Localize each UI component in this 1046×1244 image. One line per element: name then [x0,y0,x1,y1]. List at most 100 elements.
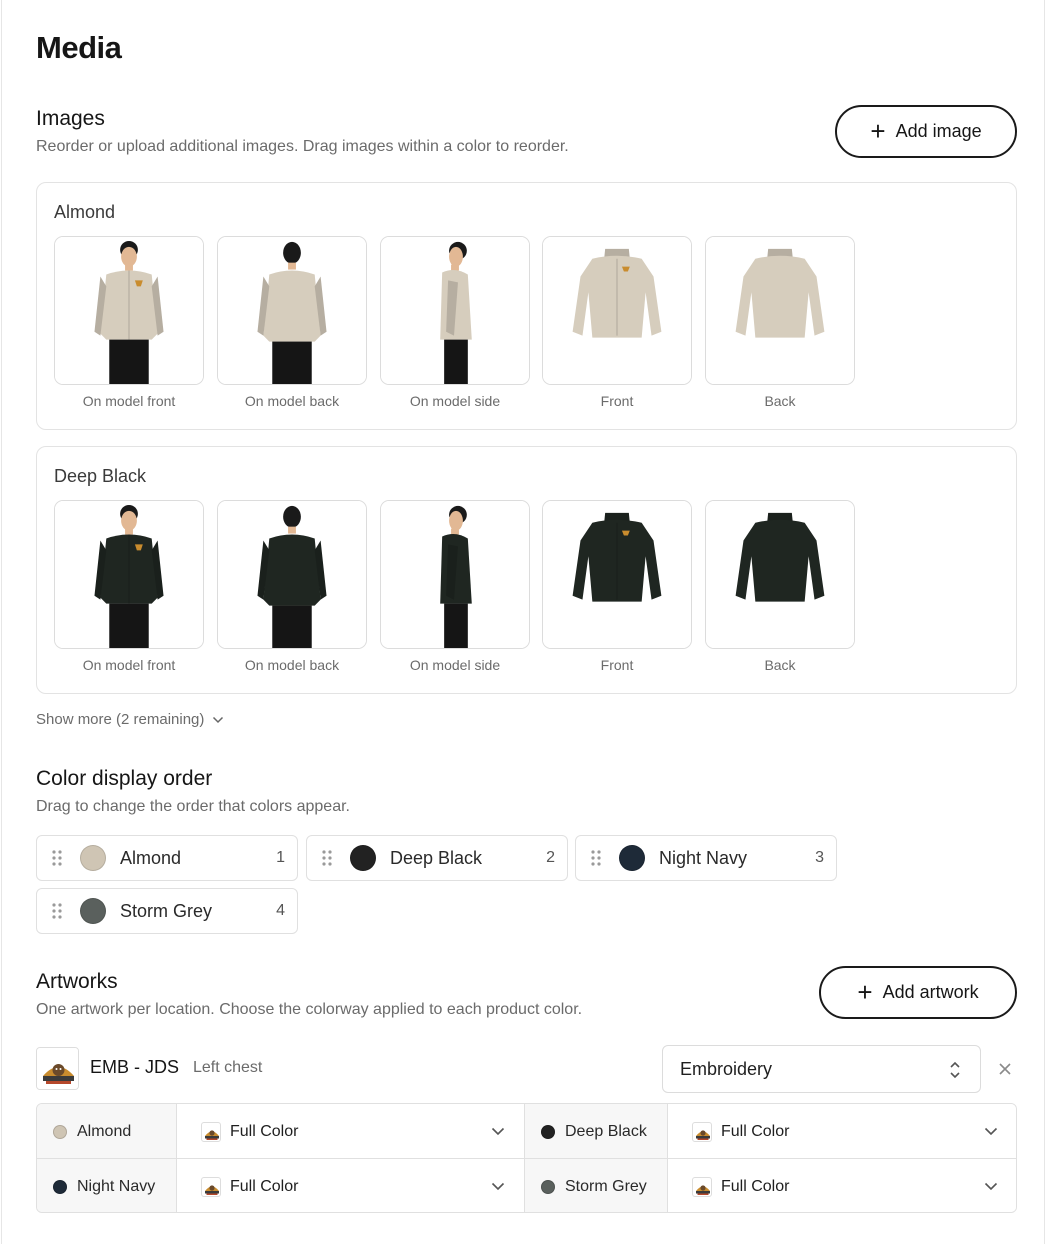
drag-handle-icon[interactable] [37,850,77,866]
color-swatch [541,1124,555,1139]
image-label: On model back [244,657,340,673]
decoration-method-value: Embroidery [680,1058,773,1079]
artwork-logo-icon [692,1176,712,1197]
color-name: Deep Black [390,847,483,868]
artwork-logo-thumbnail [36,1047,79,1090]
colorway-value: Full Color [721,1177,790,1195]
colorway-value: Full Color [230,1122,299,1140]
product-image-thumbnail[interactable] [542,236,692,385]
color-swatch [541,1179,555,1194]
color-order-chip[interactable]: Storm Grey 4 [36,888,298,934]
drag-handle-icon[interactable] [37,903,77,919]
color-name: Night Navy [659,847,748,868]
image-label: Back [764,393,796,409]
color-name: Storm Grey [120,900,213,921]
colorway-product-color: Storm Grey [525,1159,667,1212]
image-label: On model front [82,393,176,409]
colorway-select[interactable]: Full Color [177,1159,525,1212]
product-image-thumbnail[interactable] [54,500,204,649]
color-swatch [53,1179,67,1194]
images-section-title: Images [36,107,105,130]
chevron-down-icon [984,1123,998,1141]
color-order-chip[interactable]: Night Navy 3 [575,835,837,881]
image-label: Front [600,657,634,673]
colorway-value: Full Color [721,1122,790,1140]
color-order-title: Color display order [36,767,213,790]
product-image-thumbnail[interactable] [380,236,530,385]
image-label: Back [764,657,796,673]
colorway-product-color: Night Navy [37,1159,176,1212]
add-artwork-button[interactable]: + Add artwork [819,966,1017,1019]
color-group-name: Almond [54,202,116,222]
decoration-method-select[interactable]: Embroidery [662,1045,981,1093]
artwork-logo-icon [201,1121,221,1142]
drag-handle-icon[interactable] [307,850,347,866]
plus-icon: + [857,976,873,1007]
updown-icon [948,1059,962,1086]
artworks-subtitle: One artwork per location. Choose the col… [36,1001,583,1018]
chevron-down-icon [212,711,224,728]
color-order-chip[interactable]: Almond 1 [36,835,298,881]
artwork-location: Left chest [193,1059,263,1076]
add-artwork-label: Add artwork [882,982,979,1002]
page-title: Media [36,30,122,65]
color-name: Storm Grey [565,1177,647,1195]
color-swatch [350,845,376,871]
product-image-thumbnail[interactable] [542,500,692,649]
show-more-button[interactable]: Show more (2 remaining) [36,711,224,728]
color-swatch [619,845,645,871]
color-name: Deep Black [565,1122,647,1140]
colorway-select[interactable]: Full Color [668,1104,1016,1159]
table-divider [37,1158,1016,1159]
color-swatch [80,845,106,871]
artwork-name: EMB - JDS [90,1057,180,1077]
color-name: Almond [77,1122,132,1140]
color-position: 4 [276,902,285,919]
artwork-logo-icon [201,1176,221,1197]
artwork-row: EMB - JDS Left chest Embroidery [36,1045,1017,1093]
plus-icon: + [870,115,886,146]
product-image-thumbnail[interactable] [705,236,855,385]
color-group-name: Deep Black [54,466,147,486]
media-panel: Media Images Reorder or upload additiona… [1,0,1045,1244]
color-order-chip[interactable]: Deep Black 2 [306,835,568,881]
image-label: On model side [409,657,501,673]
color-name: Almond [120,847,182,868]
colorway-table: Almond Full Color Deep Black Full Color Nigh… [36,1103,1017,1213]
chevron-down-icon [491,1123,505,1141]
artworks-title: Artworks [36,970,118,993]
color-swatch [80,898,106,924]
color-name: Night Navy [77,1177,156,1195]
image-label: Front [600,393,634,409]
color-position: 1 [276,849,285,866]
product-image-thumbnail[interactable] [54,236,204,385]
artwork-logo-icon [692,1121,712,1142]
color-order-subtitle: Drag to change the order that colors app… [36,798,350,815]
close-icon [994,1063,1016,1084]
remove-artwork-button[interactable] [994,1058,1016,1080]
drag-handle-icon[interactable] [576,850,616,866]
colorway-product-color: Almond [37,1104,176,1159]
image-label: On model side [409,393,501,409]
product-image-thumbnail[interactable] [380,500,530,649]
product-image-thumbnail[interactable] [705,500,855,649]
chevron-down-icon [984,1178,998,1196]
colorway-value: Full Color [230,1177,299,1195]
image-label: On model back [244,393,340,409]
image-color-group: Deep Black On model front On model back … [36,446,1017,694]
color-position: 2 [546,849,555,866]
image-color-group: Almond On model front On model back On m… [36,182,1017,430]
colorway-product-color: Deep Black [525,1104,667,1159]
product-image-thumbnail[interactable] [217,236,367,385]
colorway-select[interactable]: Full Color [668,1159,1016,1212]
color-swatch [53,1124,67,1139]
show-more-label: Show more (2 remaining) [36,711,205,728]
images-section-subtitle: Reorder or upload additional images. Dra… [36,138,569,155]
add-image-button[interactable]: + Add image [835,105,1017,158]
product-image-thumbnail[interactable] [217,500,367,649]
image-label: On model front [82,657,176,673]
colorway-select[interactable]: Full Color [177,1104,525,1159]
color-position: 3 [815,849,824,866]
chevron-down-icon [491,1178,505,1196]
add-image-label: Add image [895,121,982,141]
